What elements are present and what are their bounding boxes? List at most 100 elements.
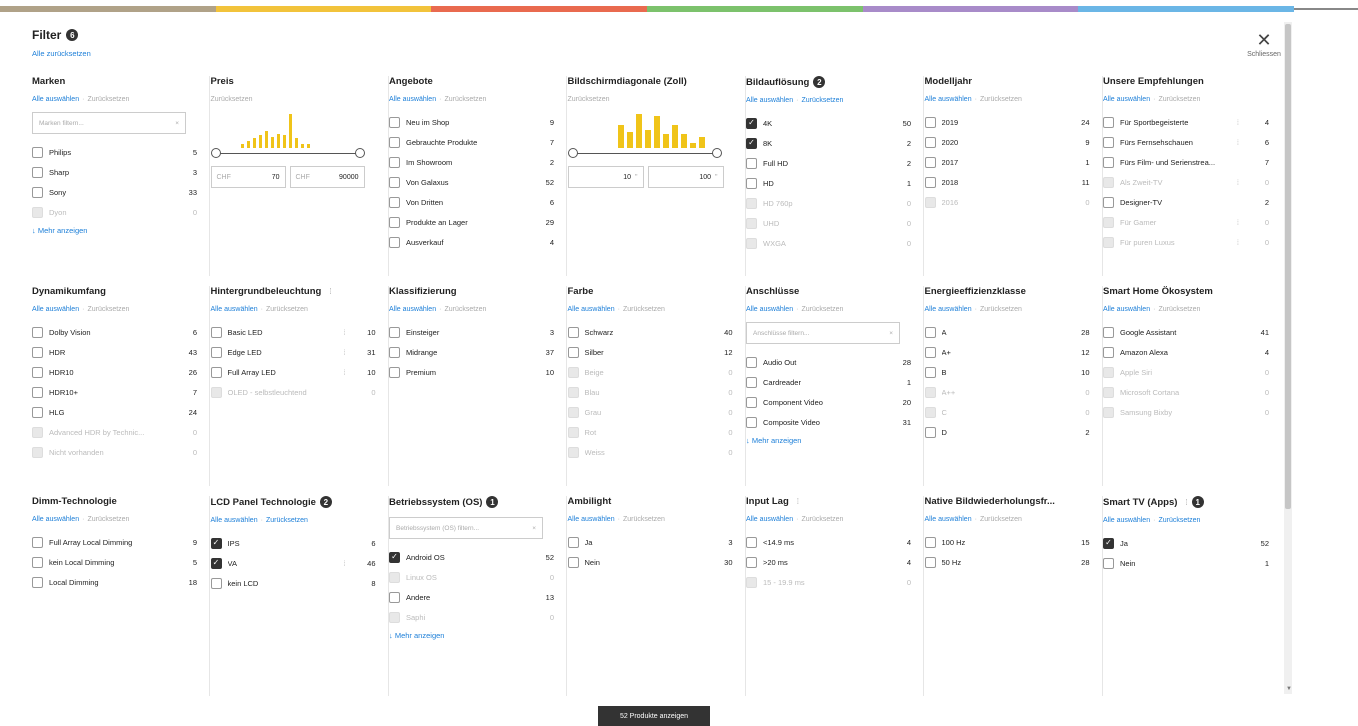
- checkbox[interactable]: [389, 236, 400, 248]
- info-icon[interactable]: ⁞: [343, 348, 345, 357]
- reset-link[interactable]: Zurücksetzen: [980, 96, 1022, 103]
- select-all-link[interactable]: Alle auswählen: [1103, 517, 1150, 524]
- filter-option[interactable]: >20 ms 4: [746, 552, 911, 572]
- reset-link[interactable]: Zurücksetzen: [87, 306, 129, 313]
- checkbox[interactable]: [389, 196, 400, 208]
- checkbox[interactable]: [746, 376, 757, 388]
- checkbox[interactable]: [32, 386, 43, 398]
- checkbox[interactable]: [32, 576, 43, 588]
- checkbox[interactable]: [32, 536, 43, 548]
- show-products-button[interactable]: 52 Produkte anzeigen: [598, 706, 710, 726]
- checkbox[interactable]: [1103, 326, 1114, 338]
- reset-link[interactable]: Zurücksetzen: [266, 306, 308, 313]
- info-icon[interactable]: ⁞: [1237, 178, 1239, 187]
- min-value-input[interactable]: 10 ": [567, 166, 644, 188]
- slider-min-handle[interactable]: [210, 148, 221, 158]
- filter-option[interactable]: Cardreader 1: [746, 372, 911, 392]
- info-icon[interactable]: ⁞: [1237, 118, 1239, 127]
- filter-option[interactable]: Silber 12: [567, 342, 733, 362]
- checkbox[interactable]: [389, 326, 400, 338]
- filter-option[interactable]: Sony 33: [32, 182, 197, 202]
- checkbox[interactable]: [924, 136, 936, 148]
- checkbox[interactable]: [210, 366, 222, 378]
- range-slider[interactable]: [210, 148, 365, 158]
- select-all-link[interactable]: Alle auswählen: [925, 306, 972, 313]
- filter-option[interactable]: Andere 13: [389, 587, 554, 607]
- checkbox[interactable]: ✓: [210, 537, 222, 549]
- filter-option[interactable]: Von Galaxus 52: [389, 172, 554, 192]
- checkbox[interactable]: [389, 136, 400, 148]
- info-icon[interactable]: ⁞: [1237, 238, 1239, 247]
- filter-option[interactable]: Edge LED ⁞ 31: [210, 342, 376, 362]
- filter-option[interactable]: ✓ VA ⁞ 46: [210, 553, 376, 573]
- select-all-link[interactable]: Alle auswählen: [568, 516, 615, 523]
- filter-option[interactable]: Sharp 3: [32, 162, 197, 182]
- filter-option[interactable]: kein Local Dimming 5: [32, 552, 197, 572]
- filter-option[interactable]: HLG 24: [32, 402, 197, 422]
- checkbox[interactable]: [32, 366, 43, 378]
- filter-option[interactable]: B 10: [924, 362, 1090, 382]
- checkbox[interactable]: [924, 556, 936, 568]
- info-icon[interactable]: ⁞: [329, 287, 331, 296]
- filter-search-input[interactable]: Betriebssystem (OS) filtern... ×: [389, 517, 543, 539]
- select-all-link[interactable]: Alle auswählen: [32, 306, 79, 313]
- reset-link[interactable]: Zurücksetzen: [568, 96, 610, 103]
- checkbox[interactable]: [567, 556, 579, 568]
- checkbox[interactable]: [746, 356, 757, 368]
- filter-search-input[interactable]: Anschlüsse filtern... ×: [746, 322, 900, 344]
- filter-option[interactable]: 2017 1: [924, 152, 1090, 172]
- checkbox[interactable]: [32, 186, 43, 198]
- filter-option[interactable]: 2018 11: [924, 172, 1090, 192]
- filter-option[interactable]: Composite Video 31: [746, 412, 911, 432]
- checkbox[interactable]: [746, 416, 757, 428]
- filter-option[interactable]: ✓ Android OS 52: [389, 547, 554, 567]
- checkbox[interactable]: ✓: [210, 557, 222, 569]
- info-icon[interactable]: ⁞: [343, 368, 345, 377]
- reset-link[interactable]: Zurücksetzen: [623, 516, 665, 523]
- checkbox[interactable]: [567, 346, 579, 358]
- reset-link[interactable]: Zurücksetzen: [87, 96, 129, 103]
- checkbox[interactable]: [210, 577, 222, 589]
- filter-option[interactable]: Ausverkauf 4: [389, 232, 554, 252]
- filter-option[interactable]: Nein 30: [567, 552, 733, 572]
- checkbox[interactable]: [924, 156, 936, 168]
- checkbox[interactable]: [1103, 136, 1114, 148]
- filter-option[interactable]: 100 Hz 15: [924, 532, 1090, 552]
- reset-link[interactable]: Zurücksetzen: [266, 517, 308, 524]
- filter-search-input[interactable]: Marken filtern... ×: [32, 112, 186, 134]
- filter-option[interactable]: Schwarz 40: [567, 322, 733, 342]
- checkbox[interactable]: [924, 176, 936, 188]
- reset-link[interactable]: Zurücksetzen: [623, 306, 665, 313]
- info-icon[interactable]: ⁞: [1237, 218, 1239, 227]
- filter-option[interactable]: Basic LED ⁞ 10: [210, 322, 376, 342]
- clear-icon[interactable]: ×: [175, 120, 179, 127]
- reset-link[interactable]: Zurücksetzen: [211, 96, 253, 103]
- filter-option[interactable]: ✓ Ja 52: [1103, 533, 1269, 553]
- clear-icon[interactable]: ×: [532, 525, 536, 532]
- scrollbar[interactable]: [1284, 22, 1292, 694]
- reset-link[interactable]: Zurücksetzen: [87, 516, 129, 523]
- show-more-link[interactable]: ↓ Mehr anzeigen: [746, 436, 911, 445]
- checkbox[interactable]: [389, 366, 400, 378]
- filter-option[interactable]: Midrange 37: [389, 342, 554, 362]
- select-all-link[interactable]: Alle auswählen: [389, 306, 436, 313]
- min-value-input[interactable]: CHF 70: [210, 166, 286, 188]
- filter-option[interactable]: Für Sportbegeisterte ⁞ 4: [1103, 112, 1269, 132]
- select-all-link[interactable]: Alle auswählen: [746, 516, 793, 523]
- filter-option[interactable]: Audio Out 28: [746, 352, 911, 372]
- checkbox[interactable]: [567, 536, 579, 548]
- checkbox[interactable]: [210, 326, 222, 338]
- checkbox[interactable]: [924, 366, 936, 378]
- filter-option[interactable]: HDR10 26: [32, 362, 197, 382]
- filter-option[interactable]: 2019 24: [924, 112, 1090, 132]
- select-all-link[interactable]: Alle auswählen: [389, 96, 436, 103]
- checkbox[interactable]: [567, 326, 579, 338]
- select-all-link[interactable]: Alle auswählen: [211, 306, 258, 313]
- filter-option[interactable]: Full Array Local Dimming 9: [32, 532, 197, 552]
- checkbox[interactable]: ✓: [746, 137, 757, 149]
- select-all-link[interactable]: Alle auswählen: [925, 96, 972, 103]
- checkbox[interactable]: [389, 156, 400, 168]
- info-icon[interactable]: ⁞: [797, 497, 799, 506]
- checkbox[interactable]: [924, 346, 936, 358]
- filter-option[interactable]: Philips 5: [32, 142, 197, 162]
